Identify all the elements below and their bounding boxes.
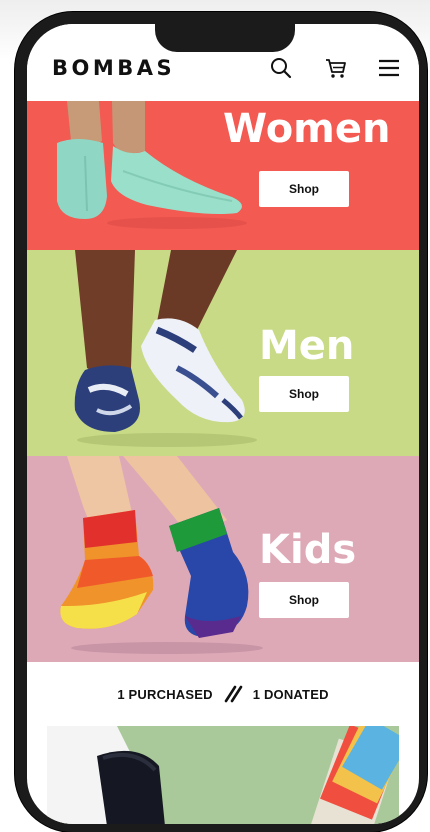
cart-icon[interactable]	[323, 55, 349, 81]
shop-men-button[interactable]: Shop	[259, 376, 349, 412]
shop-women-button[interactable]: Shop	[259, 171, 349, 207]
tagline-donated: 1 DONATED	[252, 686, 329, 702]
men-socks-illustration	[74, 250, 257, 447]
tile-title-women: Women	[223, 106, 391, 152]
phone-screen: BOMBAS Women Shop Men Shop Kids Shop 1 P…	[27, 24, 419, 824]
phone-notch	[155, 24, 295, 52]
promo-banner[interactable]	[47, 726, 399, 824]
phone-frame: BOMBAS Women Shop Men Shop Kids Shop 1 P…	[15, 12, 427, 832]
double-slash-icon	[224, 685, 243, 703]
purchase-donate-tagline: 1 PURCHASED 1 DONATED	[27, 682, 419, 706]
tile-title-men: Men	[259, 323, 355, 369]
category-tile-men[interactable]: Men Shop	[27, 250, 419, 456]
category-tile-women[interactable]: Women Shop	[27, 101, 419, 250]
search-icon[interactable]	[268, 55, 294, 81]
tagline-purchased: 1 PURCHASED	[117, 686, 213, 702]
kids-socks-illustration	[60, 456, 263, 654]
bombas-logo[interactable]: BOMBAS	[52, 56, 175, 80]
shop-kids-button[interactable]: Shop	[259, 582, 349, 618]
tile-title-kids: Kids	[259, 527, 357, 573]
category-tile-kids[interactable]: Kids Shop	[27, 456, 419, 662]
menu-icon[interactable]	[376, 55, 402, 81]
promo-socks-image	[47, 726, 399, 824]
